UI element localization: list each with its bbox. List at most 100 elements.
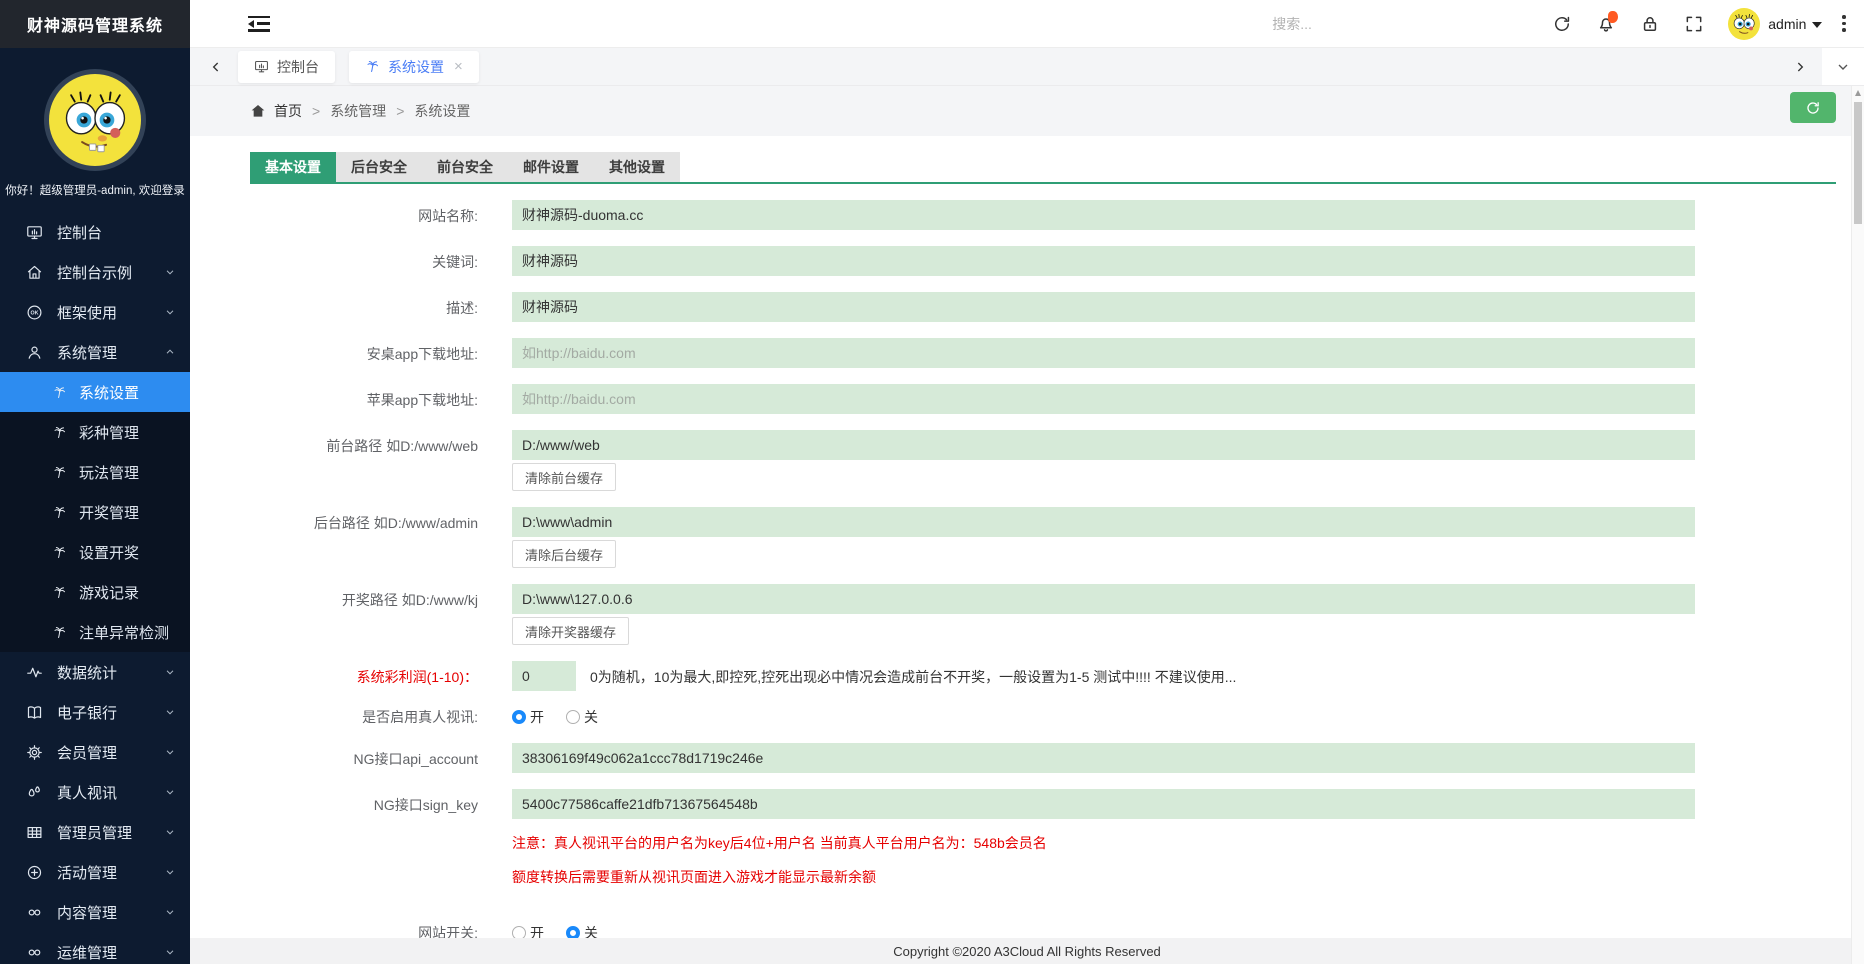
- palm-icon: [52, 545, 67, 560]
- sidebar-item-lottery-type[interactable]: 彩种管理: [0, 412, 190, 452]
- lottery-path-input[interactable]: [512, 584, 1695, 614]
- page-refresh-button[interactable]: [1790, 92, 1836, 123]
- sidebar-item-console[interactable]: 控制台: [0, 212, 190, 252]
- clear-lottery-cache-button[interactable]: 清除开奖器缓存: [512, 617, 629, 645]
- sidebar-item-label: 运维管理: [57, 942, 117, 963]
- breadcrumb-separator: >: [396, 103, 404, 119]
- site-switch-on-radio[interactable]: [512, 926, 526, 938]
- scrollbar-thumb[interactable]: [1854, 102, 1862, 224]
- tab-basic-settings[interactable]: 基本设置: [250, 152, 336, 182]
- breadcrumb-system-settings[interactable]: 系统设置: [414, 101, 470, 121]
- welcome-text: 你好！超级管理员-admin, 欢迎登录: [0, 182, 190, 198]
- tabs-scroll-left-icon[interactable]: [208, 59, 224, 75]
- tab-mail-settings[interactable]: 邮件设置: [508, 152, 594, 182]
- android-url-input[interactable]: [512, 338, 1695, 368]
- form-row-front-path: 前台路径 如D:/www/web 清除前台缓存: [190, 430, 1864, 491]
- live-video-on-label[interactable]: 开: [530, 707, 544, 727]
- sidebar-item-draw-settings[interactable]: 设置开奖: [0, 532, 190, 572]
- sidebar-item-data-statistics[interactable]: 数据统计: [0, 652, 190, 692]
- profit-input[interactable]: [512, 661, 576, 691]
- sidebar-toggle-button[interactable]: [248, 16, 270, 32]
- sidebar-item-label: 系统设置: [79, 382, 139, 403]
- sidebar-item-label: 活动管理: [57, 862, 117, 883]
- form-row-keywords: 关键词:: [190, 246, 1864, 276]
- breadcrumb-system-management[interactable]: 系统管理: [330, 101, 386, 121]
- ng-key-input[interactable]: [512, 789, 1695, 819]
- refresh-icon[interactable]: [1552, 14, 1572, 34]
- description-input[interactable]: [512, 292, 1695, 322]
- vertical-scrollbar[interactable]: [1851, 86, 1864, 964]
- settings-tabs: 基本设置 后台安全 前台安全 邮件设置 其他设置: [250, 152, 1836, 184]
- form-row-site-name: 网站名称:: [190, 200, 1864, 230]
- admin-path-input[interactable]: [512, 507, 1695, 537]
- breadcrumb-home[interactable]: 首页: [274, 101, 302, 121]
- ios-url-input[interactable]: [512, 384, 1695, 414]
- sidebar-item-member-management[interactable]: 会员管理: [0, 732, 190, 772]
- clear-front-cache-button[interactable]: 清除前台缓存: [512, 463, 616, 491]
- sidebar-item-label: 注单异常检测: [79, 622, 169, 643]
- front-path-input[interactable]: [512, 430, 1695, 460]
- sidebar-item-content-management[interactable]: 内容管理: [0, 892, 190, 932]
- palm-icon: [365, 59, 380, 74]
- sidebar-item-game-records[interactable]: 游戏记录: [0, 572, 190, 612]
- tab-system-settings[interactable]: 系统设置 ×: [349, 51, 479, 83]
- username[interactable]: admin: [1768, 16, 1806, 32]
- sidebar-item-system-settings[interactable]: 系统设置: [0, 372, 190, 412]
- lock-icon[interactable]: [1640, 14, 1660, 34]
- sidebar-item-draw-management[interactable]: 开奖管理: [0, 492, 190, 532]
- tab-other-settings[interactable]: 其他设置: [594, 152, 680, 182]
- svg-text:OK: OK: [31, 310, 39, 316]
- sidebar-item-e-bank[interactable]: 电子银行: [0, 692, 190, 732]
- keywords-input[interactable]: [512, 246, 1695, 276]
- site-switch-on-label[interactable]: 开: [530, 923, 544, 938]
- tab-frontend-security[interactable]: 前台安全: [422, 152, 508, 182]
- live-video-off-label[interactable]: 关: [584, 707, 598, 727]
- clear-admin-cache-button[interactable]: 清除后台缓存: [512, 540, 616, 568]
- search-input[interactable]: [1272, 16, 1442, 32]
- user-menu-caret-icon[interactable]: [1812, 22, 1822, 28]
- open-tabs-strip: 控制台 系统设置 ×: [190, 48, 1864, 86]
- palm-icon: [52, 385, 67, 400]
- sidebar-item-activity-management[interactable]: 活动管理: [0, 852, 190, 892]
- fullscreen-icon[interactable]: [1684, 14, 1704, 34]
- breadcrumb-separator: >: [312, 103, 320, 119]
- copyright-text: Copyright ©2020 A3Cloud All Rights Reser…: [893, 944, 1161, 959]
- site-switch-off-label[interactable]: 关: [584, 923, 598, 938]
- sidebar-item-admin-management[interactable]: 管理员管理: [0, 812, 190, 852]
- sidebar-item-console-demo[interactable]: 控制台示例: [0, 252, 190, 292]
- chevron-down-icon: [164, 666, 176, 678]
- site-switch-label: 网站开关:: [190, 923, 478, 938]
- tabs-scroll-right-icon[interactable]: [1792, 59, 1808, 75]
- sidebar-item-framework[interactable]: OK 框架使用: [0, 292, 190, 332]
- tab-console[interactable]: 控制台: [238, 51, 335, 83]
- sidebar-item-order-anomaly-detect[interactable]: 注单异常检测: [0, 612, 190, 652]
- scrollbar-up-arrow[interactable]: [1855, 90, 1861, 96]
- admin-path-label: 后台路径 如D:/www/admin: [190, 507, 478, 533]
- tab-backend-security[interactable]: 后台安全: [336, 152, 422, 182]
- notification-bell-icon[interactable]: [1596, 14, 1616, 34]
- tabs-menu-button[interactable]: [1822, 48, 1864, 85]
- sidebar-item-label: 电子银行: [57, 702, 117, 723]
- keywords-label: 关键词:: [190, 246, 478, 272]
- profit-label: 系统彩利润(1-10)：: [190, 661, 478, 687]
- sidebar-item-label: 控制台: [57, 222, 102, 243]
- chevron-down-icon: [164, 306, 176, 318]
- ng-key-note-2: 额度转换后需要重新从视讯页面进入游戏才能显示最新余额: [512, 867, 1864, 887]
- sidebar-item-label: 游戏记录: [79, 582, 139, 603]
- tab-label: 系统设置: [388, 57, 444, 77]
- user-avatar[interactable]: [1728, 8, 1760, 40]
- site-switch-off-radio[interactable]: [566, 926, 580, 938]
- form-row-ng-account: NG接口api_account: [190, 743, 1864, 773]
- palm-icon: [52, 625, 67, 640]
- more-menu-icon[interactable]: [1842, 15, 1846, 32]
- sidebar-item-play-method[interactable]: 玩法管理: [0, 452, 190, 492]
- sidebar-item-label: 彩种管理: [79, 422, 139, 443]
- sidebar-item-ops-management[interactable]: 运维管理: [0, 932, 190, 964]
- ng-account-input[interactable]: [512, 743, 1695, 773]
- tab-close-icon[interactable]: ×: [454, 59, 463, 74]
- site-name-input[interactable]: [512, 200, 1695, 230]
- sidebar-item-system-management[interactable]: 系统管理: [0, 332, 190, 372]
- live-video-on-radio[interactable]: [512, 710, 526, 724]
- sidebar-item-live-video[interactable]: 真人视讯: [0, 772, 190, 812]
- live-video-off-radio[interactable]: [566, 710, 580, 724]
